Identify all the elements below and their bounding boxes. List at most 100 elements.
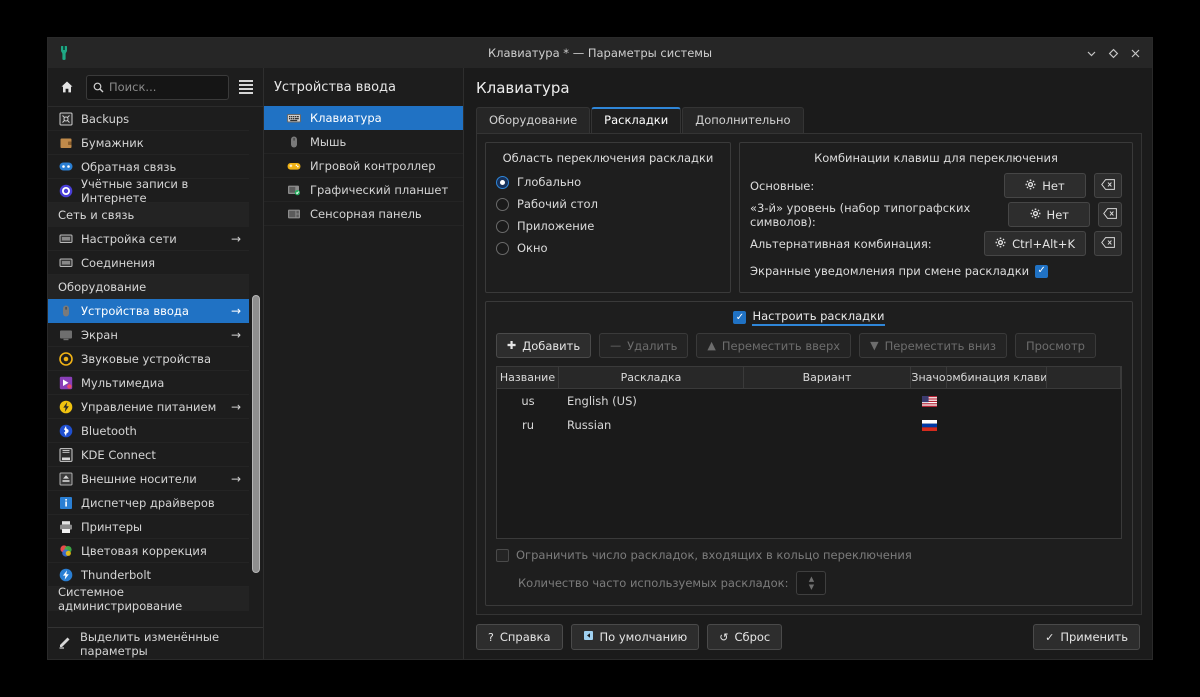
sidebar-item-11[interactable]: Мультимедиа [48,371,249,395]
sidebar-item-label: Цветовая коррекция [81,543,207,558]
mouse-icon [286,134,302,150]
clear-icon [1103,207,1118,222]
shortcut-button-1[interactable]: Нет [1008,202,1091,227]
column-header-0[interactable]: Название [497,367,559,388]
sidebar-item-13[interactable]: Bluetooth [48,419,249,443]
sidebar-item-0[interactable]: Backups [48,107,249,131]
gear-icon [1030,208,1041,222]
layouts-toolbar-button-label: Добавить [522,338,581,353]
apply-button[interactable]: ✓ Применить [1033,624,1140,650]
sidebar-item-9[interactable]: Экран → [48,323,249,347]
touchpad-icon [286,206,302,222]
shortcut-button-0[interactable]: Нет [1004,173,1086,198]
switching-policy-option-label: Окно [517,241,548,255]
column-header-5[interactable] [1047,367,1121,388]
sidebar-item-19[interactable]: Thunderbolt [48,563,249,587]
sidebar-item-5[interactable]: Настройка сети → [48,227,249,251]
minimize-icon[interactable] [1080,42,1102,64]
switching-policy-option-2[interactable]: Приложение [496,215,720,237]
cell-icon [911,395,947,407]
radio-button[interactable] [496,197,509,211]
layout-count-spinbox[interactable]: ▲ ▼ [796,571,827,595]
clear-shortcut-button-1[interactable] [1098,202,1122,227]
osd-notification-row[interactable]: Экранные уведомления при смене раскладки [750,260,1122,282]
defaults-label: По умолчанию [599,630,688,644]
help-button[interactable]: ? Справка [476,624,563,650]
limit-layouts-checkbox[interactable] [496,548,509,562]
tab-2[interactable]: Дополнительно [682,107,804,133]
maximize-icon[interactable] [1102,42,1124,64]
chevron-right-icon: → [230,303,241,318]
switching-policy-option-3[interactable]: Окно [496,237,720,259]
module-item-2[interactable]: Игровой контроллер [264,154,463,178]
sidebar-item-16[interactable]: Диспетчер драйверов [48,491,249,515]
sidebar-item-8[interactable]: Устройства ввода → [48,299,249,323]
chevron-right-icon: → [230,327,241,342]
radio-button[interactable] [496,175,509,189]
shortcut-button-2[interactable]: Ctrl+Alt+K [984,231,1086,256]
bluetooth-icon [58,423,74,439]
sidebar-item-10[interactable]: Звуковые устройства [48,347,249,371]
sidebar-item-label: Учётные записи в Интернете [81,176,189,205]
osd-notification-checkbox[interactable] [1035,264,1049,278]
sidebar-category: Сеть и связь [48,203,249,227]
search-input[interactable]: Поиск... [86,74,229,100]
module-item-0[interactable]: Клавиатура [264,106,463,130]
switching-policy-option-0[interactable]: Глобально [496,171,720,193]
configure-layouts-label: Настроить раскладки [752,309,885,326]
tab-1[interactable]: Раскладки [591,107,682,133]
sidebar-item-12[interactable]: Управление питанием → [48,395,249,419]
table-row[interactable]: us English (US) [497,389,1121,413]
sidebar-item-15[interactable]: Внешние носители → [48,467,249,491]
home-icon[interactable] [54,74,80,100]
layouts-toolbar: ✚ Добавить — Удалить ▲ Переместить вверх ▼ Пере… [496,333,1122,358]
layouts-toolbar-button-0[interactable]: ✚ Добавить [496,333,592,358]
clear-shortcut-button-2[interactable] [1094,231,1122,256]
sidebar-item-label: Экран [81,327,118,342]
radio-button[interactable] [496,219,509,233]
sidebar-item-2[interactable]: Обратная связь [48,155,249,179]
module-item-4[interactable]: Сенсорная панель [264,202,463,226]
column-header-3[interactable]: Значо [911,367,947,388]
sidebar-scrollbar[interactable] [252,107,260,627]
layouts-toolbar-button-label: Переместить вверх [721,338,841,353]
tab-0[interactable]: Оборудование [476,107,591,133]
layouts-toolbar-button-3: ▼ Переместить вниз [859,333,1007,358]
layouts-toolbar-button-label: Переместить вниз [884,338,996,353]
layouts-table[interactable]: Название Раскладка Вариант Значо омбинация к… [496,366,1122,539]
driver-icon [58,495,74,511]
switching-policy-option-1[interactable]: Рабочий стол [496,193,720,215]
sidebar-category-label: Сеть и связь [58,208,135,222]
column-header-2[interactable]: Вариант [744,367,911,388]
module-item-1[interactable]: Мышь [264,130,463,154]
clear-shortcut-button-0[interactable] [1094,173,1122,198]
hamburger-icon[interactable] [235,74,257,100]
configure-layouts-checkbox[interactable] [733,311,747,324]
removable-icon [58,471,74,487]
backups-icon [58,111,74,127]
layouts-toolbar-button-label: Просмотр [1025,338,1085,353]
table-row[interactable]: ru Russian [497,413,1121,437]
sidebar-item-14[interactable]: KDE Connect [48,443,249,467]
column-header-4[interactable]: омбинация клави [947,367,1047,388]
sidebar-item-label: Принтеры [81,519,143,534]
sidebar-item-17[interactable]: Принтеры [48,515,249,539]
module-item-3[interactable]: Графический планшет [264,178,463,202]
configure-layouts-row[interactable]: Настроить раскладки [496,309,1122,326]
close-icon[interactable] [1124,42,1146,64]
osd-notification-label: Экранные уведомления при смене раскладки [750,264,1030,278]
limit-layouts-row[interactable]: Ограничить число раскладок, входящих в к… [496,548,1122,562]
layouts-toolbar-button-2: ▲ Переместить вверх [696,333,852,358]
sidebar-item-6[interactable]: Соединения [48,251,249,275]
sidebar-item-3[interactable]: Учётные записи в Интернете [48,176,249,205]
column-header-1[interactable]: Раскладка [559,367,744,388]
sidebar-item-18[interactable]: Цветовая коррекция [48,539,249,563]
reset-button[interactable]: ↺ Сброс [707,624,783,650]
sidebar-scrollbar-thumb[interactable] [252,295,260,573]
sidebar-item-1[interactable]: Бумажник [48,131,249,155]
radio-button[interactable] [496,241,509,255]
system-settings-window: Клавиатура * — Параметры системы Поиск..… [48,38,1152,659]
defaults-button[interactable]: По умолчанию [570,624,700,650]
highlight-changed-button[interactable]: Выделить изменённые параметры [48,627,263,659]
sidebar-item-label: Bluetooth [81,423,137,438]
